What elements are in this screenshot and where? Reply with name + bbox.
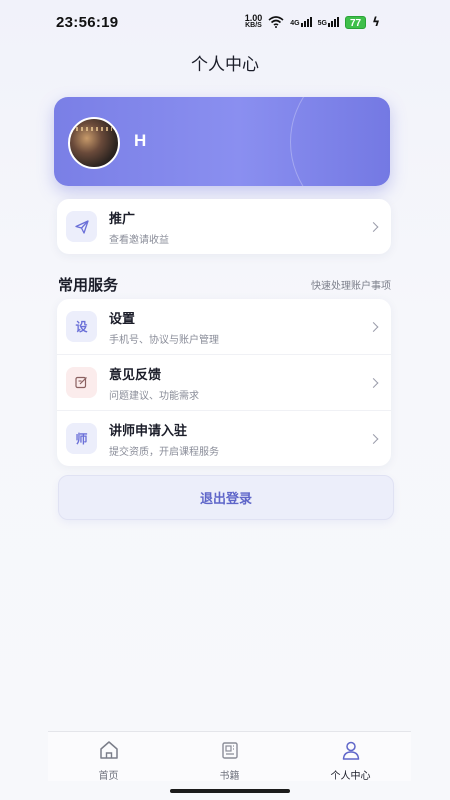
net-speed-value: 1.00: [244, 13, 263, 23]
signal-sim2-icon: 5G: [318, 17, 339, 27]
book-icon: [220, 740, 240, 764]
lecturer-apply-row[interactable]: 师 讲师申请入驻 提交资质，开启课程服务: [57, 411, 391, 466]
home-icon: [98, 740, 120, 764]
settings-row[interactable]: 设 设置 手机号、协议与账户管理: [57, 299, 391, 354]
services-hint: 快速处理账户事项: [311, 281, 391, 292]
tab-home-label: 首页: [98, 771, 119, 782]
feedback-row[interactable]: 意见反馈 问题建议、功能需求: [57, 355, 391, 410]
lecturer-icon: 师: [66, 423, 97, 454]
promo-row[interactable]: 推广 查看邀请收益: [57, 199, 391, 254]
chevron-right-icon: [368, 377, 379, 388]
signal-sim1-icon: 4G: [290, 17, 312, 27]
tab-home[interactable]: 首页: [48, 732, 169, 782]
tab-profile-label: 个人中心: [330, 771, 371, 782]
promo-card[interactable]: 推广 查看邀请收益: [57, 199, 391, 254]
lecturer-apply-subtitle: 提交资质，开启课程服务: [109, 446, 219, 458]
profile-card[interactable]: H: [54, 97, 390, 186]
feedback-title: 意见反馈: [109, 367, 162, 383]
promo-title: 推广: [109, 211, 136, 227]
avatar[interactable]: [68, 117, 120, 169]
settings-icon: 设: [66, 311, 97, 342]
chevron-right-icon: [368, 321, 379, 332]
promo-subtitle: 查看邀请收益: [109, 234, 169, 246]
status-time: 23:56:19: [56, 13, 119, 31]
tab-books-label: 书籍: [219, 771, 240, 782]
net-speed: 1.00 KB/S: [244, 13, 263, 30]
chevron-right-icon: [368, 433, 379, 444]
charging-icon: ϟ: [372, 15, 380, 29]
services-title: 常用服务: [58, 276, 119, 294]
battery-indicator: 77: [344, 15, 367, 29]
services-header: 常用服务 快速处理账户事项: [58, 274, 391, 295]
home-indicator: [170, 789, 290, 793]
chevron-right-icon: [368, 221, 379, 232]
send-icon: [66, 211, 97, 242]
logout-button[interactable]: 退出登录: [58, 475, 394, 520]
edit-icon: [66, 367, 97, 398]
net-speed-unit: KB/S: [245, 22, 262, 29]
sim1-label: 4G: [290, 20, 300, 27]
page-title: 个人中心: [191, 55, 259, 75]
wifi-icon: [268, 13, 284, 32]
services-card: 设 设置 手机号、协议与账户管理 意见反馈 问题建议、功能需求 师 讲师申请入驻…: [57, 299, 391, 466]
settings-title: 设置: [109, 311, 136, 327]
tab-profile[interactable]: 个人中心: [290, 732, 411, 782]
feedback-subtitle: 问题建议、功能需求: [109, 390, 199, 402]
status-icons: 1.00 KB/S 4G 5G 77 ϟ: [245, 13, 380, 32]
tab-books[interactable]: 书籍: [169, 732, 290, 782]
status-bar: 23:56:19 1.00 KB/S 4G 5G 77 ϟ: [0, 0, 450, 44]
decorative-arc: [290, 97, 390, 186]
username: H: [134, 131, 147, 150]
user-icon: [341, 740, 361, 764]
settings-subtitle: 手机号、协议与账户管理: [109, 334, 219, 346]
lecturer-apply-title: 讲师申请入驻: [109, 423, 188, 439]
screen: 23:56:19 1.00 KB/S 4G 5G 77 ϟ 个人中心 H 推广 …: [0, 0, 450, 800]
sim2-label: 5G: [317, 20, 327, 27]
tab-bar: 首页 书籍 个人中心: [48, 731, 411, 782]
